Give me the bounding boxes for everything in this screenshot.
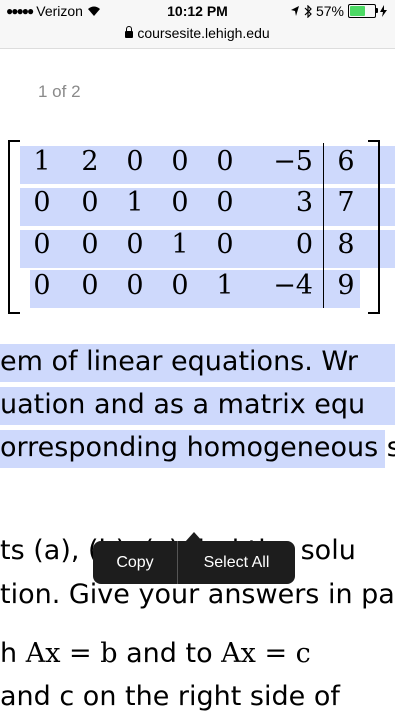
equation-ax-c: Ax = c <box>221 638 311 669</box>
battery-icon <box>348 4 378 18</box>
matrix-cell: 7 <box>337 187 355 218</box>
text-line: orresponding homogeneous s <box>0 432 395 463</box>
matrix-cell: 0 <box>171 146 189 177</box>
matrix-cell: 8 <box>337 229 355 260</box>
text-line: uation and as a matrix equ <box>0 389 366 420</box>
text-line-equations: h Ax = b and to Ax = c <box>0 638 311 669</box>
matrix-cell: 0 <box>216 146 234 177</box>
text-selection-menu: Copy Select All <box>93 532 295 584</box>
location-arrow-icon <box>290 6 299 16</box>
matrix-cell: −5 <box>273 146 313 177</box>
bluetooth-icon <box>304 4 312 18</box>
matrix-cell: 9 <box>337 270 355 301</box>
copy-button[interactable]: Copy <box>93 541 178 584</box>
lock-icon <box>125 26 134 38</box>
matrix-cell: 0 <box>171 187 189 218</box>
status-right: 57% <box>290 3 387 19</box>
matrix-cell: 0 <box>216 229 234 260</box>
page-counter: 1 of 2 <box>38 82 81 101</box>
text-fragment: and to <box>117 638 222 669</box>
matrix-cell: 1 <box>33 146 51 177</box>
url-domain: coursesite.lehigh.edu <box>137 25 270 41</box>
matrix-cell: 3 <box>295 187 313 218</box>
url-bar[interactable]: coursesite.lehigh.edu <box>0 22 395 49</box>
equation-ax-b: Ax = b <box>25 638 118 669</box>
text-line: em of linear equations. Wr <box>0 346 359 377</box>
matrix-cell: 0 <box>81 270 99 301</box>
matrix-cell: 0 <box>126 229 144 260</box>
matrix-cell: 1 <box>216 270 234 301</box>
matrix-cell: 0 <box>81 187 99 218</box>
select-all-button[interactable]: Select All <box>178 541 295 584</box>
matrix-cell: 0 <box>216 187 234 218</box>
charging-bolt-icon <box>380 5 387 17</box>
battery-percent: 57% <box>315 3 344 19</box>
text-fragment: h <box>0 638 26 669</box>
matrix-cell: 0 <box>126 270 144 301</box>
augment-divider <box>323 143 324 308</box>
matrix-cell: 0 <box>81 229 99 260</box>
matrix-cell: −4 <box>273 270 313 301</box>
matrix-cell: 0 <box>295 229 313 260</box>
matrix-cell: 0 <box>33 187 51 218</box>
status-bar: ●●●●● Verizon 10:12 PM 57% <box>0 0 395 22</box>
matrix-cell: 1 <box>126 187 144 218</box>
matrix-right-bracket <box>368 140 380 314</box>
matrix-left-bracket <box>8 140 20 314</box>
matrix-cell: 2 <box>81 146 99 177</box>
matrix-cell: 1 <box>171 229 189 260</box>
text-line: and c on the right side of <box>0 681 340 712</box>
matrix-cell: 0 <box>33 270 51 301</box>
matrix-cell: 6 <box>337 146 355 177</box>
matrix-cell: 0 <box>126 146 144 177</box>
matrix-cell: 0 <box>33 229 51 260</box>
matrix-cell: 0 <box>171 270 189 301</box>
